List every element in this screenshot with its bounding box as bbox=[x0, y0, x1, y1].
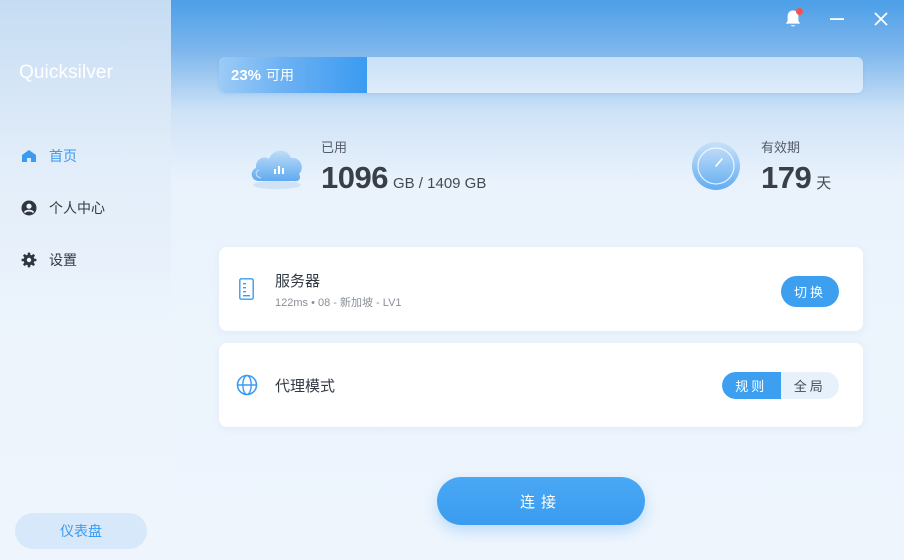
expiry-value: 179 天 bbox=[761, 160, 831, 196]
expiry-number: 179 bbox=[761, 160, 812, 195]
dashboard-button[interactable]: 仪表盘 bbox=[15, 513, 147, 549]
globe-icon bbox=[236, 374, 258, 400]
used-label: 已用 bbox=[321, 141, 348, 156]
proxy-mode-title: 代理模式 bbox=[275, 377, 336, 395]
sidebar-item-label: 个人中心 bbox=[49, 201, 105, 217]
close-icon bbox=[873, 11, 889, 27]
sidebar-item-label: 设置 bbox=[49, 253, 77, 269]
sidebar-item-settings[interactable]: 设置 bbox=[20, 248, 77, 272]
cloud-icon bbox=[247, 141, 307, 191]
sidebar-item-profile[interactable]: 个人中心 bbox=[20, 196, 105, 220]
expiry-label: 有效期 bbox=[761, 141, 801, 156]
usage-available-label: 可用 bbox=[266, 68, 295, 84]
usage-progress-bar: 23% 可用 bbox=[219, 57, 863, 93]
expiry-unit: 天 bbox=[816, 175, 832, 192]
sidebar-item-label: 首页 bbox=[49, 149, 77, 165]
usage-percent: 23% bbox=[231, 66, 262, 84]
proxy-mode-rule-option[interactable]: 规则 bbox=[722, 372, 781, 399]
switch-server-button[interactable]: 切换 bbox=[781, 276, 839, 307]
proxy-mode-global-option[interactable]: 全局 bbox=[781, 372, 840, 399]
server-detail: 122ms • 08 - 新加坡 - LV1 bbox=[275, 297, 402, 309]
sidebar-item-home[interactable]: 首页 bbox=[20, 144, 77, 168]
server-title: 服务器 bbox=[275, 272, 321, 290]
used-unit: GB / 1409 GB bbox=[392, 175, 487, 192]
notification-button[interactable] bbox=[782, 8, 804, 30]
connect-button[interactable]: 连接 bbox=[437, 477, 645, 525]
used-value: 1096 GB / 1409 GB bbox=[321, 160, 486, 196]
server-card: 服务器 122ms • 08 - 新加坡 - LV1 切换 bbox=[219, 247, 863, 331]
home-icon bbox=[20, 147, 38, 165]
used-number: 1096 bbox=[321, 160, 388, 195]
gear-icon bbox=[20, 251, 38, 269]
sidebar: Quicksilver 首页 个人中心 设置 仪表盘 bbox=[0, 0, 171, 560]
clock-icon bbox=[690, 140, 742, 192]
server-icon bbox=[239, 278, 254, 304]
notification-dot bbox=[796, 8, 803, 15]
app-title: Quicksilver bbox=[19, 62, 114, 83]
close-button[interactable] bbox=[870, 8, 892, 30]
minimize-button[interactable] bbox=[826, 8, 848, 30]
proxy-mode-card: 代理模式 规则 全局 bbox=[219, 343, 863, 427]
proxy-mode-toggle: 规则 全局 bbox=[722, 372, 839, 399]
minus-icon bbox=[829, 11, 845, 27]
user-icon bbox=[20, 199, 38, 217]
